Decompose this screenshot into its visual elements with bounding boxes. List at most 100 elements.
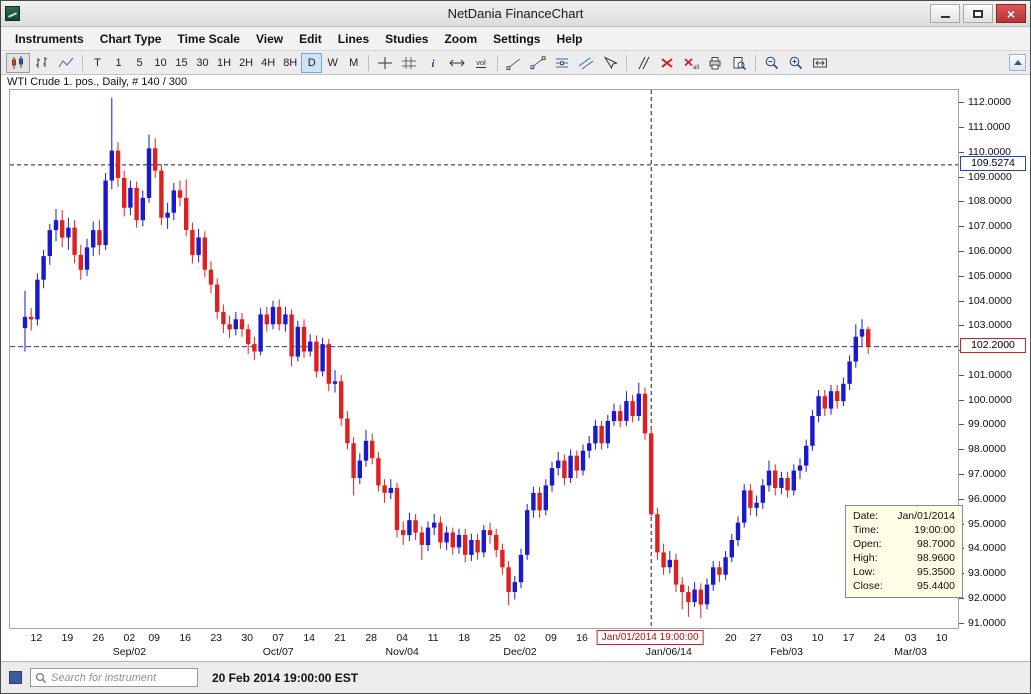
crosshair-button[interactable] <box>373 53 397 73</box>
last-price-marker: 102.2000 <box>960 338 1026 353</box>
deleteall-icon: all <box>683 56 699 70</box>
maximize-icon <box>973 10 983 18</box>
timescale-d-button[interactable]: D <box>301 53 322 73</box>
harrows-icon <box>449 56 465 70</box>
angle-line-button[interactable] <box>502 53 526 73</box>
timescale-15-button[interactable]: 15 <box>171 53 192 73</box>
bars-icon <box>34 56 50 70</box>
menu-chart-type[interactable]: Chart Type <box>92 29 170 49</box>
timescale-30-button[interactable]: 30 <box>192 53 213 73</box>
crosshair-price-marker: 109.5274 <box>960 156 1026 171</box>
zoomout-icon <box>764 56 780 70</box>
x-axis-month-label: Oct/07 <box>263 646 294 658</box>
timescale-2h-button[interactable]: 2H <box>235 53 257 73</box>
timescale-1h-button[interactable]: 1H <box>213 53 235 73</box>
timescale-10-button[interactable]: 10 <box>150 53 171 73</box>
x-axis-week-label: 11 <box>428 632 439 644</box>
grid-button[interactable] <box>397 53 421 73</box>
y-axis-label: 111.0000 <box>959 121 1030 134</box>
line-chart-button[interactable] <box>54 53 78 73</box>
preview-icon <box>731 56 747 70</box>
tooltip-row: High:98.9600 <box>846 551 962 565</box>
line-icon <box>58 56 74 70</box>
zoom-fit-button[interactable] <box>808 53 832 73</box>
x-axis-week-label: 04 <box>396 632 408 644</box>
toolbar-separator <box>82 55 83 71</box>
minimize-button[interactable] <box>930 4 960 23</box>
info-button[interactable]: i <box>421 53 445 73</box>
menu-settings[interactable]: Settings <box>485 29 548 49</box>
timescale-1-button[interactable]: 1 <box>108 53 129 73</box>
menu-zoom[interactable]: Zoom <box>436 29 485 49</box>
menu-instruments[interactable]: Instruments <box>7 29 92 49</box>
x-axis-month-label: Jan/06/14 <box>646 646 692 658</box>
y-axis-label: 101.0000 <box>959 369 1030 382</box>
y-axis-label: 95.0000 <box>959 518 1030 531</box>
x-axis-week-label: 09 <box>148 632 160 644</box>
titlebar[interactable]: NetDania FinanceChart × <box>1 1 1030 27</box>
timescale-t-button[interactable]: T <box>87 53 108 73</box>
timescale-w-button[interactable]: W <box>322 53 343 73</box>
x-axis-month-label: Nov/04 <box>386 646 419 658</box>
y-axis-label: 108.0000 <box>959 195 1030 208</box>
timescale-8h-button[interactable]: 8H <box>279 53 301 73</box>
instrument-search-box[interactable] <box>30 668 198 687</box>
zoom-out-button[interactable] <box>760 53 784 73</box>
horizontal-scale-button[interactable] <box>445 53 469 73</box>
close-button[interactable]: × <box>996 4 1026 23</box>
menu-edit[interactable]: Edit <box>291 29 330 49</box>
timescale-m-button[interactable]: M <box>343 53 364 73</box>
fibonacci-button[interactable] <box>550 53 574 73</box>
maximize-button[interactable] <box>963 4 993 23</box>
y-axis-label: 105.0000 <box>959 270 1030 283</box>
x-axis-week-label: 16 <box>179 632 191 644</box>
fit-icon <box>812 56 828 70</box>
arrowtool-icon <box>602 56 618 70</box>
pointer-tool-button[interactable] <box>598 53 622 73</box>
delete-all-button[interactable]: all <box>679 53 703 73</box>
toolbar: T151015301H2H4H8HDWMivolall <box>1 51 1030 75</box>
print-button[interactable] <box>703 53 727 73</box>
x-axis-week-label: 14 <box>303 632 315 644</box>
ohlc-tooltip: Date:Jan/01/2014Time:19:00:00Open:98.700… <box>845 505 963 598</box>
search-input[interactable] <box>51 672 193 684</box>
bar-chart-button[interactable] <box>30 53 54 73</box>
menu-studies[interactable]: Studies <box>377 29 436 49</box>
parallel-lines-button[interactable] <box>631 53 655 73</box>
x-axis-month-label: Feb/03 <box>770 646 803 658</box>
print-preview-button[interactable] <box>727 53 751 73</box>
svg-text:vol: vol <box>476 58 486 67</box>
y-axis-label: 94.0000 <box>959 542 1030 555</box>
timescale-5-button[interactable]: 5 <box>129 53 150 73</box>
x-axis-week-label: 23 <box>210 632 222 644</box>
trend-line-button[interactable] <box>526 53 550 73</box>
print-icon <box>707 56 723 70</box>
volume-button[interactable]: vol <box>469 53 493 73</box>
statusbar: 20 Feb 2014 19:00:00 EST <box>1 661 1030 693</box>
toolbar-overflow-button[interactable] <box>1009 54 1026 71</box>
x-axis-week-label: 16 <box>576 632 588 644</box>
candlestick-chart[interactable] <box>10 90 958 628</box>
x-axis-week-label: 17 <box>843 632 855 644</box>
timescale-4h-button[interactable]: 4H <box>257 53 279 73</box>
window-title: NetDania FinanceChart <box>1 6 1030 21</box>
toolbar-separator <box>497 55 498 71</box>
x-axis-week-label: 20 <box>725 632 737 644</box>
x-axis-week-label: 02 <box>124 632 136 644</box>
candlestick-chart-button[interactable] <box>6 53 30 73</box>
svg-text:i: i <box>432 58 436 70</box>
status-datetime: 20 Feb 2014 19:00:00 EST <box>212 671 358 685</box>
menubar: InstrumentsChart TypeTime ScaleViewEditL… <box>1 27 1030 51</box>
zoom-in-button[interactable] <box>784 53 808 73</box>
channel-button[interactable] <box>574 53 598 73</box>
app-icon <box>5 6 20 21</box>
menu-help[interactable]: Help <box>548 29 590 49</box>
chevron-up-icon <box>1014 60 1022 65</box>
toolbar-separator <box>755 55 756 71</box>
delete-object-button[interactable] <box>655 53 679 73</box>
menu-view[interactable]: View <box>248 29 291 49</box>
candles-icon <box>10 56 26 70</box>
menu-lines[interactable]: Lines <box>330 29 377 49</box>
menu-time-scale[interactable]: Time Scale <box>169 29 247 49</box>
x-axis-week-label: 10 <box>812 632 824 644</box>
